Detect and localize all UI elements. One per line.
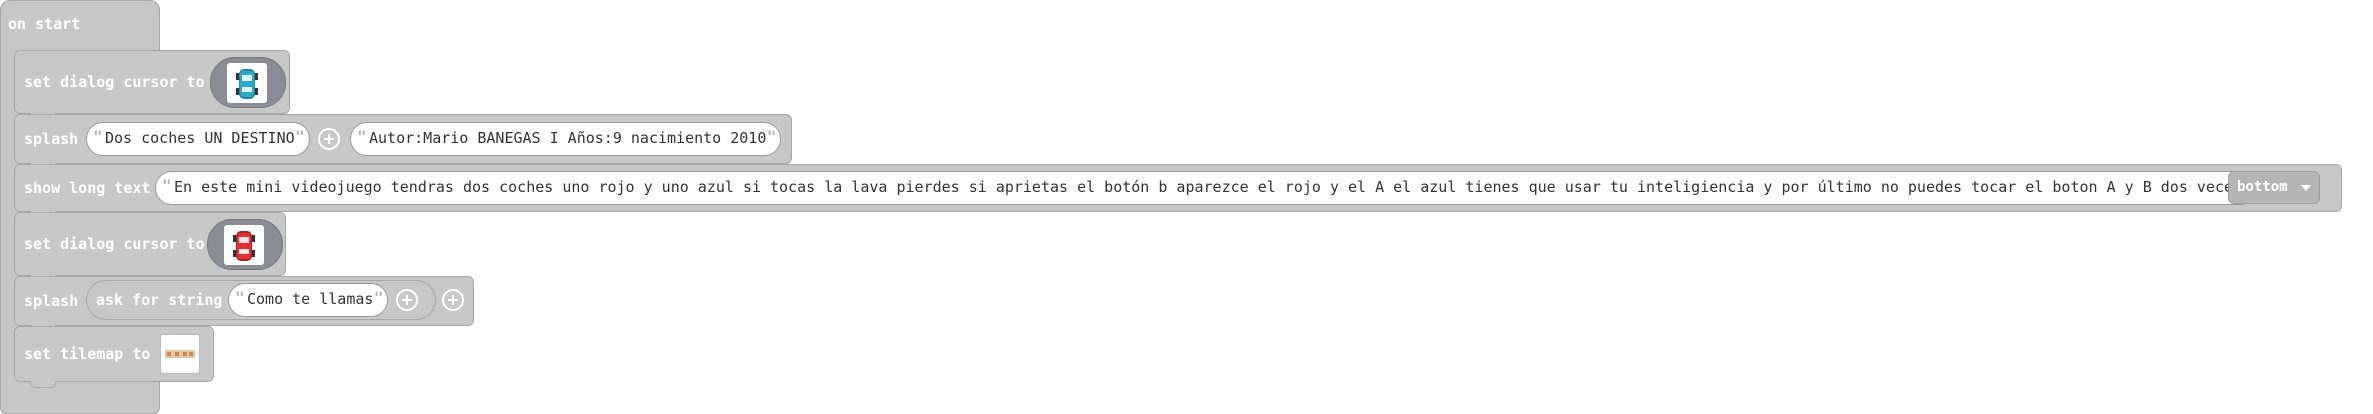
quote-open: " (357, 127, 367, 146)
add-parameter-icon[interactable] (318, 128, 340, 150)
ask-prompt-text: Como te llamas (247, 290, 374, 308)
splash-label-2: splash (24, 292, 79, 310)
quote-close: " (373, 288, 384, 307)
add-parameter-icon[interactable] (442, 289, 464, 311)
ask-for-string-label: ask for string (96, 291, 223, 309)
add-parameter-icon[interactable] (396, 289, 418, 311)
splash-subtitle-text: Autor:Mario BANEGAS I Años:9 nacimiento … (369, 129, 767, 147)
tilemap-icon (165, 350, 195, 358)
long-text-field[interactable]: " En este mini videojuego tendras dos co… (155, 171, 2258, 205)
quote-open: " (162, 176, 172, 195)
set-dialog-cursor-label-2: set dialog cursor to (24, 235, 205, 253)
splash-subtitle-text-field[interactable]: " Autor:Mario BANEGAS I Años:9 nacimient… (350, 122, 782, 156)
dialog-position-dropdown[interactable]: bottom (2228, 171, 2320, 204)
quote-close: " (766, 127, 777, 146)
ask-prompt-text-field[interactable]: " Como te llamas " (228, 283, 389, 317)
long-text-value: En este mini videojuego tendras dos coch… (174, 178, 2243, 196)
block-notch (30, 381, 56, 388)
show-long-text-label: show long text (24, 179, 151, 197)
splash-label-1: splash (24, 130, 79, 148)
quote-close: " (295, 127, 305, 146)
splash-title-text-field[interactable]: " Dos coches UN DESTINO " (86, 122, 310, 156)
red-car-icon (233, 231, 255, 261)
on-start-label: on start (8, 15, 81, 33)
quote-open: " (93, 127, 103, 146)
set-dialog-cursor-label-1: set dialog cursor to (24, 73, 205, 91)
set-tilemap-label: set tilemap to (24, 345, 151, 363)
splash-title-text: Dos coches UN DESTINO (105, 129, 295, 147)
dialog-position-value: bottom (2237, 179, 2288, 195)
blue-car-icon (236, 69, 258, 99)
tilemap-thumbnail[interactable] (160, 334, 200, 374)
chevron-down-icon (2301, 185, 2311, 191)
red-car-thumbnail (224, 225, 264, 265)
quote-open: " (235, 288, 245, 307)
blue-car-thumbnail (227, 63, 267, 103)
